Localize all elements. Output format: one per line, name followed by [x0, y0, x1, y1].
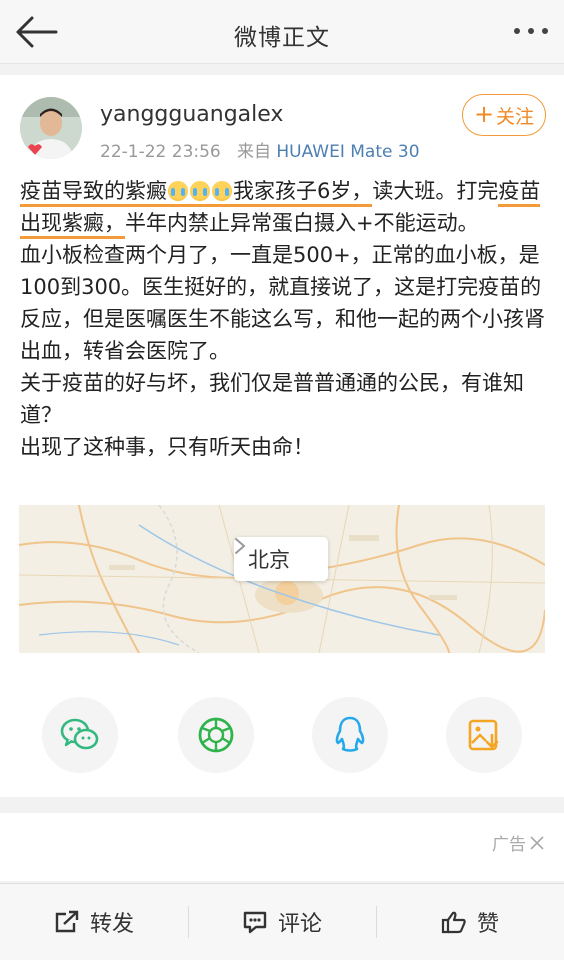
ad-label: 广告: [492, 835, 526, 855]
paragraph: 血小板检查两个月了，一直是500+，正常的血小板，是100到300。医生挺好的，…: [20, 243, 545, 363]
thumbs-up-icon: [441, 911, 466, 934]
dot-icon: [514, 28, 520, 34]
chevron-right-icon: [235, 538, 246, 554]
avatar-image: [20, 97, 82, 159]
comment-label: 评论: [277, 912, 322, 937]
crying-emoji-icon: [168, 181, 188, 201]
dot-icon: [542, 28, 548, 34]
page-title: 微博正文: [234, 25, 330, 51]
comment-button[interactable]: 评论: [188, 884, 376, 960]
comment-icon: [243, 911, 267, 934]
repost-button[interactable]: 转发: [0, 884, 188, 960]
avatar[interactable]: [20, 97, 82, 159]
paragraph: 疫苗导致的紫癜 我家孩子6岁，读大班。打完疫苗出现紫癜，半年内禁止异常蛋白摄入+不…: [20, 175, 550, 239]
paragraph: 关于疫苗的好与坏，我们仅是普普通通的公民，有谁知道？: [20, 371, 524, 427]
text-span: 我家孩子6岁，: [233, 179, 373, 203]
repost-label: 转发: [89, 912, 134, 937]
save-image-icon: [468, 719, 499, 751]
post-card: yanggguangalex 22-1-22 23:56 来自 HUAWEI M…: [0, 75, 564, 797]
wechat-icon: [60, 718, 99, 750]
like-label: 赞: [476, 912, 499, 937]
paragraph: 出现了这种事，只有听天由命！: [20, 435, 314, 459]
username[interactable]: yanggguangalex: [100, 102, 283, 127]
crying-emoji-icon: [212, 181, 232, 201]
dot-icon: [528, 28, 534, 34]
location-badge[interactable]: 北京: [234, 537, 328, 581]
share-moments-button[interactable]: [178, 697, 254, 773]
text-span: 半年内禁止异常蛋白摄入+不能运动。: [125, 211, 479, 235]
location-map[interactable]: 北京: [19, 505, 545, 653]
text-span: 疫苗导致的紫癜: [20, 179, 167, 203]
timestamp: 22-1-22 23:56: [100, 142, 221, 162]
share-qq-button[interactable]: [312, 697, 388, 773]
location-label: 北京: [248, 548, 290, 572]
source-prefix: 来自: [236, 142, 271, 162]
ad-label-group[interactable]: 广告: [492, 830, 544, 855]
top-bar: 微博正文: [0, 0, 564, 64]
plus-icon: +: [473, 100, 495, 128]
follow-button[interactable]: + 关注: [462, 94, 546, 136]
like-button[interactable]: 赞: [376, 884, 564, 960]
repost-icon: [55, 910, 79, 933]
qq-icon: [335, 716, 365, 752]
ad-banner: 广告: [0, 813, 564, 881]
crying-emoji-icon: [190, 181, 210, 201]
moments-icon: [198, 717, 234, 753]
bottom-action-bar: 转发 评论 赞: [0, 883, 564, 960]
share-wechat-button[interactable]: [42, 697, 118, 773]
underlined-text: 疫苗导致的紫癜 我家孩子6岁，: [20, 179, 373, 207]
source-device-link[interactable]: HUAWEI Mate 30: [276, 142, 419, 162]
post-meta: 22-1-22 23:56 来自 HUAWEI Mate 30: [100, 137, 420, 162]
close-icon[interactable]: [530, 835, 544, 850]
post-text: 疫苗导致的紫癜 我家孩子6岁，读大班。打完疫苗出现紫癜，半年内禁止异常蛋白摄入+不…: [20, 175, 550, 463]
more-menu-button[interactable]: [514, 26, 548, 36]
text-span: 读大班。打完: [372, 179, 499, 203]
save-image-button[interactable]: [446, 697, 522, 773]
follow-label: 关注: [496, 105, 535, 128]
